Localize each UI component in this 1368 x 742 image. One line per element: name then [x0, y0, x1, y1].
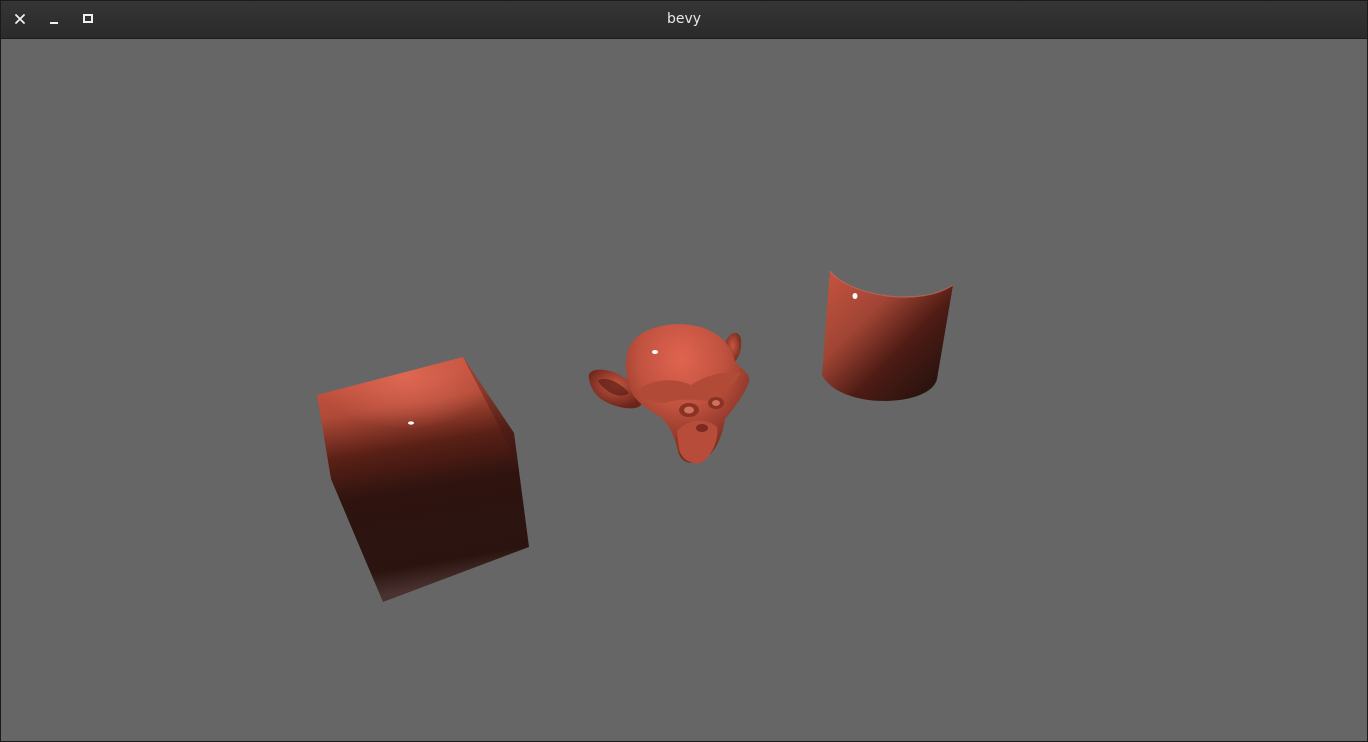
monkey-head-mesh	[588, 324, 750, 464]
cylinder-mesh	[822, 270, 954, 401]
title-bar[interactable]: bevy	[1, 1, 1367, 39]
render-viewport[interactable]	[1, 39, 1367, 741]
window-title: bevy	[666, 11, 702, 27]
app-window: bevy	[0, 0, 1368, 742]
cube-mesh	[317, 357, 529, 602]
